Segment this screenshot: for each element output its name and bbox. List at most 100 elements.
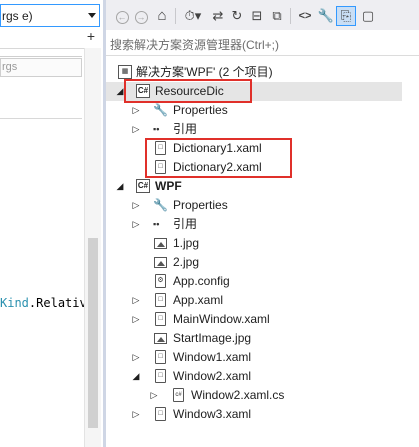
tree-item-label: ResourceDic (155, 84, 224, 98)
tree-item-label: Properties (173, 198, 228, 212)
tree-item-references[interactable]: ▷ ▪• 引用 (106, 215, 402, 234)
collapsed-arrow-icon[interactable]: ▷ (131, 218, 141, 230)
xaml-file-icon: □ (155, 141, 166, 155)
editor-scrollbar[interactable] (84, 48, 101, 447)
image-file-icon (154, 238, 167, 249)
tree-item-properties[interactable]: ▷ 🔧 Properties (106, 196, 402, 215)
references-icon: ▪• (153, 219, 160, 229)
scrollbar-thumb[interactable] (88, 238, 98, 428)
tree-item-label: WPF (155, 179, 182, 193)
tree-item-app-xaml[interactable]: ▷ □ App.xaml (106, 291, 402, 310)
collapsed-arrow-icon[interactable]: ▷ (131, 199, 141, 211)
tree-item-label: Window3.xaml (173, 407, 252, 421)
toolbar-separator (290, 8, 291, 24)
wrench-icon: 🔧 (153, 103, 168, 117)
tree-item-label: Dictionary2.xaml (173, 160, 262, 174)
tree-item-1jpg[interactable]: 1.jpg (106, 234, 402, 253)
toolbar-separator (175, 8, 176, 24)
tree-item-wpf[interactable]: ◢ C# WPF (106, 177, 402, 196)
expanded-arrow-icon[interactable]: ◢ (131, 370, 141, 382)
forward-icon[interactable]: → (132, 7, 150, 25)
tree-item-label: 1.jpg (173, 236, 200, 250)
collapsed-arrow-icon[interactable]: ▷ (131, 104, 141, 116)
tree-item-window2-cs[interactable]: ▷ c# Window2.xaml.cs (106, 386, 402, 405)
code-type-token: Kind (0, 296, 29, 310)
csharp-file-icon: c# (173, 388, 184, 402)
chevron-down-icon[interactable] (85, 5, 99, 26)
split-window-icon[interactable]: + (84, 29, 98, 43)
back-icon[interactable]: ← (113, 7, 131, 25)
pending-changes-icon[interactable]: ▢ (359, 7, 377, 25)
tree-item-label: Window2.xaml (173, 369, 252, 383)
tree-item-window1[interactable]: ▷ □ Window1.xaml (106, 348, 402, 367)
tree-item-mainwindow[interactable]: ▷ □ MainWindow.xaml (106, 310, 402, 329)
collapsed-arrow-icon[interactable]: ▷ (131, 294, 141, 306)
xaml-file-icon: □ (155, 160, 166, 174)
sync-icon[interactable]: ⇄ (209, 7, 227, 25)
code-field[interactable]: rgs (0, 58, 82, 77)
tree-item-label: 解决方案'WPF' (2 个项目) (136, 65, 273, 79)
tree-item-solution[interactable]: ▦ 解决方案'WPF' (2 个项目) (106, 63, 402, 82)
xaml-file-icon: □ (155, 293, 166, 307)
tree-item-label: 2.jpg (173, 255, 200, 269)
code-divider (0, 56, 82, 57)
tree-item-label: 引用 (173, 122, 198, 136)
history-icon[interactable]: ⏱▾ (180, 7, 206, 25)
wrench-icon: 🔧 (153, 198, 168, 212)
collapse-icon[interactable]: ⊟ (248, 7, 266, 25)
tree-item-startimage[interactable]: StartImage.jpg (106, 329, 402, 348)
properties-wrench-icon[interactable]: 🔧 (317, 7, 335, 25)
code-icon[interactable]: <> (296, 7, 314, 25)
collapsed-arrow-icon[interactable]: ▷ (131, 351, 141, 363)
collapsed-arrow-icon[interactable]: ▷ (149, 389, 159, 401)
xaml-file-icon: □ (155, 312, 166, 326)
explorer-search[interactable] (106, 34, 419, 56)
xaml-file-icon: □ (155, 407, 166, 421)
config-file-icon: ⚙ (155, 274, 166, 288)
collapsed-arrow-icon[interactable]: ▷ (131, 123, 141, 135)
search-input[interactable] (110, 37, 410, 53)
member-dropdown-value: rgs e) (2, 9, 33, 23)
image-file-icon (154, 333, 167, 344)
tree-item-properties[interactable]: ▷ 🔧 Properties (106, 101, 402, 120)
collapsed-arrow-icon[interactable]: ▷ (131, 313, 141, 325)
code-member-token: Relativ (36, 296, 87, 310)
tree-item-dictionary1[interactable]: □ Dictionary1.xaml (106, 139, 402, 158)
solution-icon: ▦ (118, 65, 132, 79)
tree-item-resourcedic[interactable]: ◢ C# ResourceDic (106, 82, 402, 101)
xaml-file-icon: □ (155, 350, 166, 364)
csharp-project-icon: C# (136, 179, 150, 193)
tree-item-references[interactable]: ▷ ▪• 引用 (106, 120, 402, 139)
code-field-text: rgs (2, 61, 18, 73)
code-divider (0, 118, 82, 119)
tree-item-window2[interactable]: ◢ □ Window2.xaml (106, 367, 402, 386)
refresh-icon[interactable]: ↻ (228, 7, 246, 25)
tree-item-label: Properties (173, 103, 228, 117)
tree-item-app-config[interactable]: ⚙ App.config (106, 272, 402, 291)
explorer-toolbar: ← → ⌂ ⏱▾ ⇄ ↻ ⊟ ⧉ <> 🔧 ⎘ ▢ (106, 0, 419, 30)
tree-item-window3[interactable]: ▷ □ Window3.xaml (106, 405, 402, 424)
solution-explorer: ← → ⌂ ⏱▾ ⇄ ↻ ⊟ ⧉ <> 🔧 ⎘ ▢ ▦ 解决方案'WPF' (2… (106, 0, 419, 447)
csharp-project-icon: C# (136, 84, 150, 98)
tree-item-label: 引用 (173, 217, 198, 231)
preview-icon[interactable]: ⎘ (336, 6, 356, 26)
tree-item-2jpg[interactable]: 2.jpg (106, 253, 402, 272)
code-text-area[interactable] (0, 48, 84, 447)
collapsed-arrow-icon[interactable]: ▷ (131, 408, 141, 420)
tree-item-label: App.config (173, 274, 230, 288)
tree-item-label: App.xaml (173, 293, 224, 307)
xaml-file-icon: □ (155, 369, 166, 383)
home-icon[interactable]: ⌂ (153, 7, 171, 25)
explorer-scrollbar[interactable] (402, 60, 419, 447)
tree-item-label: StartImage.jpg (173, 331, 252, 345)
code-line: Kind.Relativ (0, 296, 87, 310)
expanded-arrow-icon[interactable]: ◢ (115, 85, 125, 97)
expanded-arrow-icon[interactable]: ◢ (115, 180, 125, 192)
member-dropdown[interactable]: rgs e) (0, 4, 100, 27)
tree-item-label: Window1.xaml (173, 350, 252, 364)
show-all-files-icon[interactable]: ⧉ (268, 7, 286, 25)
code-editor-pane: rgs e) + rgs Kind.Relativ (0, 0, 103, 447)
tree-item-dictionary2[interactable]: □ Dictionary2.xaml (106, 158, 402, 177)
tree-item-label: MainWindow.xaml (173, 312, 270, 326)
tree-item-label: Window2.xaml.cs (191, 388, 285, 402)
